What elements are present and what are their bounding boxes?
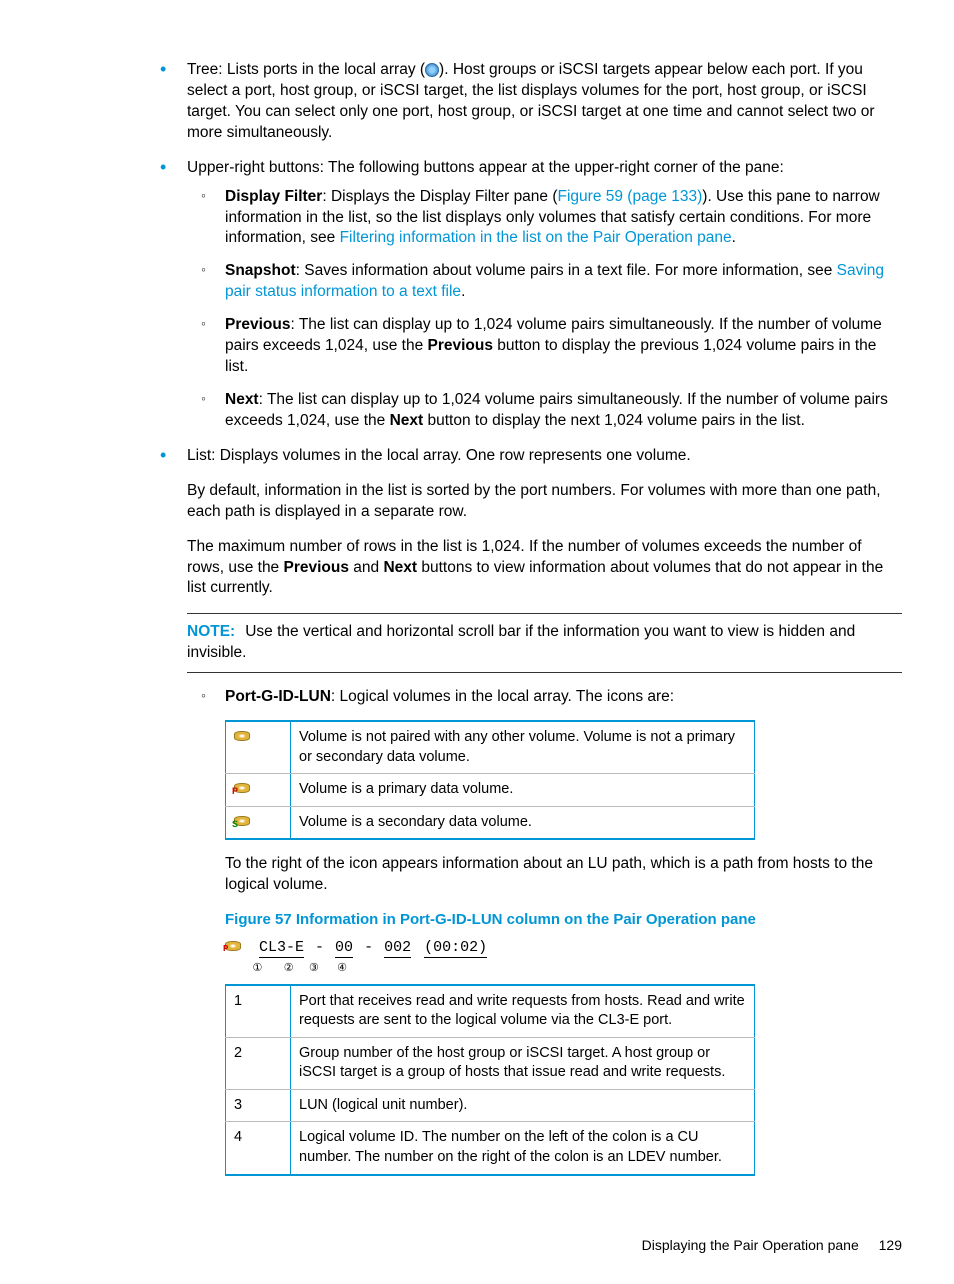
table-row: 2 Group number of the host group or iSCS… xyxy=(226,1037,755,1089)
fig-part-3: 002 xyxy=(384,939,411,958)
port-g-id-lun-label: Port-G-ID-LUN xyxy=(225,688,331,705)
after-icons-text: To the right of the icon appears informa… xyxy=(52,854,902,896)
port-g-id-lun-item: Port-G-ID-LUN: Logical volumes in the lo… xyxy=(187,687,902,708)
top-bullets: Tree: Lists ports in the local array ().… xyxy=(52,60,902,467)
footer-title: Displaying the Pair Operation pane xyxy=(642,1237,859,1253)
sub-display-filter: Display Filter: Displays the Display Fil… xyxy=(187,187,902,250)
snapshot-label: Snapshot xyxy=(225,262,296,279)
marker-2: ② xyxy=(284,962,294,974)
marker-1: ① xyxy=(253,962,263,974)
volume-primary-icon xyxy=(234,781,248,793)
legend-num: 3 xyxy=(226,1089,291,1122)
sub-next: Next: The list can display up to 1,024 v… xyxy=(187,390,902,432)
legend-desc: Port that receives read and write reques… xyxy=(291,985,755,1038)
table-row: 4 Logical volume ID. The number on the l… xyxy=(226,1122,755,1175)
list-p2: By default, information in the list is s… xyxy=(52,481,902,523)
legend-num: 1 xyxy=(226,985,291,1038)
globe-icon xyxy=(425,63,439,77)
tree-text-lead: Tree: Lists ports in the local array ( xyxy=(187,61,425,78)
note-text: Use the vertical and horizontal scroll b… xyxy=(187,623,855,661)
bullet-tree: Tree: Lists ports in the local array ().… xyxy=(52,60,902,144)
volume-secondary-icon xyxy=(234,814,248,826)
page-content: Tree: Lists ports in the local array ().… xyxy=(0,0,954,1284)
link-figure-59[interactable]: Figure 59 (page 133) xyxy=(558,188,703,205)
previous-label: Previous xyxy=(225,316,290,333)
list-p3: The maximum number of rows in the list i… xyxy=(52,537,902,600)
list-p1: List: Displays volumes in the local arra… xyxy=(187,447,691,464)
marker-4: ④ xyxy=(337,962,347,974)
volume-unpaired-icon xyxy=(234,729,248,741)
footer-page-number: 129 xyxy=(879,1237,902,1253)
table-row: 3 LUN (logical unit number). xyxy=(226,1089,755,1122)
fig-part-2: 00 xyxy=(335,939,353,958)
volume-primary-icon xyxy=(225,939,239,951)
sub-previous: Previous: The list can display up to 1,0… xyxy=(187,315,902,378)
legend-num: 4 xyxy=(226,1122,291,1175)
table-row: Volume is not paired with any other volu… xyxy=(226,721,755,774)
fig-part-1: CL3-E xyxy=(259,939,304,958)
marker-3: ③ xyxy=(309,962,319,974)
legend-num: 2 xyxy=(226,1037,291,1089)
bullet-upper-right: Upper-right buttons: The following butto… xyxy=(52,158,902,432)
legend-desc: Group number of the host group or iSCSI … xyxy=(291,1037,755,1089)
table-row: Volume is a secondary data volume. xyxy=(226,806,755,839)
fig-part-4: (00:02) xyxy=(424,939,487,958)
note-box: NOTE:Use the vertical and horizontal scr… xyxy=(187,613,902,673)
note-label: NOTE: xyxy=(187,623,235,640)
icon-desc: Volume is not paired with any other volu… xyxy=(291,721,755,774)
port-g-id-lun-list: Port-G-ID-LUN: Logical volumes in the lo… xyxy=(187,687,902,708)
legend-table: 1 Port that receives read and write requ… xyxy=(225,984,755,1176)
link-filtering-info[interactable]: Filtering information in the list on the… xyxy=(340,229,732,246)
bullet-list: List: Displays volumes in the local arra… xyxy=(52,446,902,467)
page-footer: Displaying the Pair Operation pane 129 xyxy=(52,1236,902,1255)
upper-text: Upper-right buttons: The following butto… xyxy=(187,159,784,176)
table-row: Volume is a primary data volume. xyxy=(226,774,755,807)
icon-desc: Volume is a primary data volume. xyxy=(291,774,755,807)
icon-table: Volume is not paired with any other volu… xyxy=(225,720,755,840)
icon-desc: Volume is a secondary data volume. xyxy=(291,806,755,839)
figure-57-sample: CL3-E - 00 - 002 (00:02) ① ② ③ ④ xyxy=(225,938,902,975)
legend-desc: Logical volume ID. The number on the lef… xyxy=(291,1122,755,1175)
table-row: 1 Port that receives read and write requ… xyxy=(226,985,755,1038)
next-label: Next xyxy=(225,391,259,408)
display-filter-label: Display Filter xyxy=(225,188,322,205)
upper-sublist: Display Filter: Displays the Display Fil… xyxy=(187,187,902,432)
figure-caption: Figure 57 Information in Port-G-ID-LUN c… xyxy=(225,910,902,930)
sub-snapshot: Snapshot: Saves information about volume… xyxy=(187,261,902,303)
legend-desc: LUN (logical unit number). xyxy=(291,1089,755,1122)
